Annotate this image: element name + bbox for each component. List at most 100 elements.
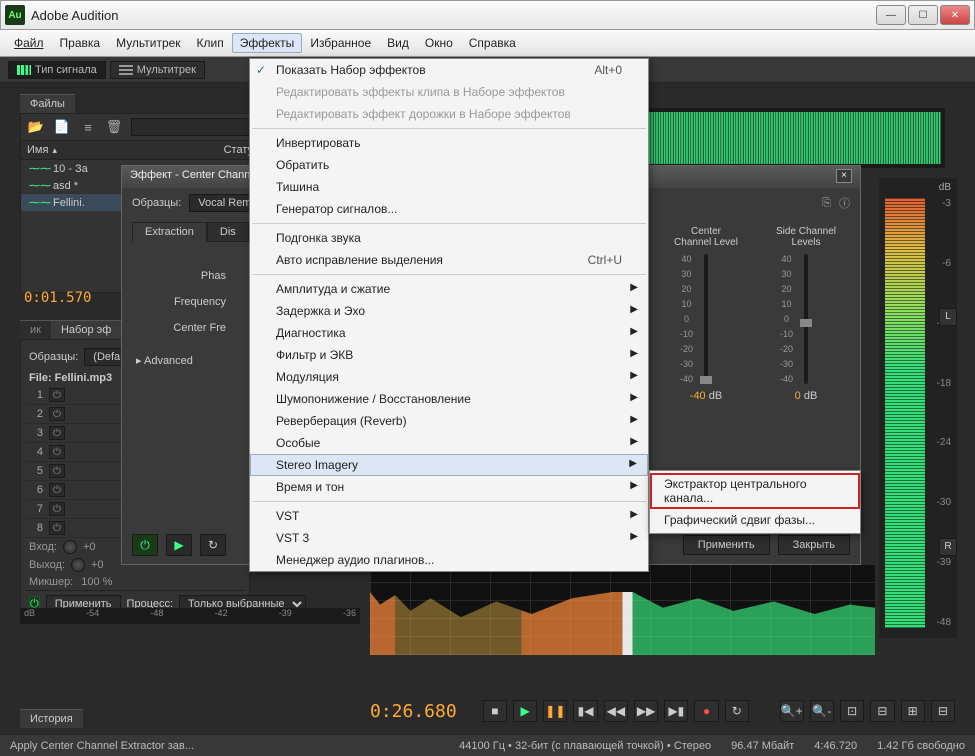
- menu-multitrack[interactable]: Мультитрек: [108, 33, 188, 53]
- fx-tab-discrimination[interactable]: Dis: [207, 222, 249, 242]
- rewind-button[interactable]: ◀◀: [604, 700, 628, 722]
- close-button[interactable]: ✕: [940, 5, 970, 25]
- menu-item: Редактировать эффект дорожки в Наборе эф…: [250, 103, 648, 125]
- menu-item[interactable]: Фильтр и ЭКВ▶: [250, 344, 648, 366]
- menu-item[interactable]: Авто исправление выделенияCtrl+U: [250, 249, 648, 271]
- menu-edit[interactable]: Правка: [52, 33, 109, 53]
- menu-item[interactable]: Stereo Imagery▶: [250, 454, 648, 476]
- fx-loop-button[interactable]: ↻: [200, 534, 226, 556]
- menu-help[interactable]: Справка: [461, 33, 524, 53]
- open-file-icon[interactable]: 📂: [27, 119, 45, 135]
- fx-info-icon[interactable]: ⓘ: [839, 195, 850, 211]
- skip-forward-button[interactable]: ▶▮: [664, 700, 688, 722]
- zoom-in-button[interactable]: 🔍+: [780, 700, 804, 722]
- output-gain-knob[interactable]: [71, 558, 85, 572]
- fx-slider-side-level[interactable]: Side Channel Levels 403020100-10-20-30-4…: [766, 226, 846, 402]
- stop-button[interactable]: ■: [483, 700, 507, 722]
- zoom-in-vert-button[interactable]: ⊞: [901, 700, 925, 722]
- maximize-button[interactable]: ☐: [908, 5, 938, 25]
- record-button[interactable]: ●: [694, 700, 718, 722]
- files-panel-tab[interactable]: Файлы: [20, 94, 75, 113]
- menu-item[interactable]: Обратить: [250, 154, 648, 176]
- menu-item[interactable]: Амплитуда и сжатие▶: [250, 278, 648, 300]
- pause-button[interactable]: ❚❚: [543, 700, 567, 722]
- menu-item[interactable]: Задержка и Эхо▶: [250, 300, 648, 322]
- app-icon: Au: [5, 5, 25, 25]
- transport-time: 0:26.680: [370, 701, 457, 722]
- play-button[interactable]: ▶: [513, 700, 537, 722]
- rack-tab[interactable]: Набор эф: [51, 320, 121, 339]
- rack-output-val: +0: [91, 559, 104, 571]
- fx-field-phase: Phas: [136, 270, 226, 282]
- effect-dialog-close-button[interactable]: ×: [836, 169, 852, 183]
- slot-power-icon[interactable]: ⏻: [49, 426, 65, 440]
- level-meter-vertical: dB -3-6-12-18-24-30-39-48 L R: [879, 178, 957, 638]
- slot-power-icon[interactable]: ⏻: [49, 464, 65, 478]
- menu-item[interactable]: Диагностика▶: [250, 322, 648, 344]
- spectral-display[interactable]: [370, 565, 875, 655]
- minimize-button[interactable]: —: [876, 5, 906, 25]
- meter-channel-l: L: [939, 308, 957, 326]
- fx-power-button[interactable]: ⏻: [132, 534, 158, 556]
- tab-multitrack-view[interactable]: Мультитрек: [110, 61, 205, 79]
- import-icon[interactable]: 📄: [53, 119, 71, 135]
- menu-item[interactable]: Реверберация (Reverb)▶: [250, 410, 648, 432]
- history-tab[interactable]: История: [20, 709, 83, 728]
- rack-mix-val: 100 %: [81, 576, 112, 588]
- file-name: 10 - За: [53, 163, 88, 175]
- slot-power-icon[interactable]: ⏻: [49, 388, 65, 402]
- fx-apply-button[interactable]: Применить: [683, 535, 770, 555]
- menu-item[interactable]: VST 3▶: [250, 527, 648, 549]
- waveform-icon: [17, 65, 31, 75]
- input-gain-knob[interactable]: [63, 540, 77, 554]
- menu-item[interactable]: Инвертировать: [250, 132, 648, 154]
- loop-button[interactable]: ↻: [725, 700, 749, 722]
- tab-label: Мультитрек: [137, 64, 196, 76]
- waveform-icon: ⁓⁓: [29, 179, 47, 192]
- zoom-fit-button[interactable]: ⊡: [840, 700, 864, 722]
- rack-output-label: Выход:: [29, 559, 65, 571]
- menu-item[interactable]: ✓Показать Набор эффектовAlt+0: [250, 59, 648, 81]
- rack-input-val: +0: [83, 541, 96, 553]
- menu-view[interactable]: Вид: [379, 33, 417, 53]
- col-name[interactable]: Имя: [27, 144, 48, 156]
- menu-item[interactable]: Менеджер аудио плагинов...: [250, 549, 648, 571]
- meter-bars: [885, 198, 925, 628]
- search-input[interactable]: [131, 118, 253, 136]
- fx-preview-play-button[interactable]: ▶: [166, 534, 192, 556]
- slot-power-icon[interactable]: ⏻: [49, 445, 65, 459]
- menu-clip[interactable]: Клип: [189, 33, 232, 53]
- effects-menu-dropdown: ✓Показать Набор эффектовAlt+0 Редактирова…: [249, 58, 649, 572]
- zoom-out-button[interactable]: 🔍-: [810, 700, 834, 722]
- zoom-selection-button[interactable]: ⊟: [870, 700, 894, 722]
- menu-item[interactable]: Тишина: [250, 176, 648, 198]
- menu-window[interactable]: Окно: [417, 33, 461, 53]
- forward-button[interactable]: ▶▶: [634, 700, 658, 722]
- menu-item[interactable]: Модуляция▶: [250, 366, 648, 388]
- menu-item[interactable]: Подгонка звука: [250, 227, 648, 249]
- slot-power-icon[interactable]: ⏻: [49, 483, 65, 497]
- delete-icon[interactable]: 🗑: [105, 119, 123, 135]
- menu-file[interactable]: Файл: [6, 33, 52, 53]
- slot-power-icon[interactable]: ⏻: [49, 407, 65, 421]
- menu-favorites[interactable]: Избранное: [302, 33, 379, 53]
- rack-tab-hidden[interactable]: ик: [20, 320, 51, 339]
- menu-item[interactable]: VST▶: [250, 505, 648, 527]
- tab-waveform-view[interactable]: Тип сигнала: [8, 61, 106, 79]
- fx-tab-extraction[interactable]: Extraction: [132, 222, 207, 242]
- menu-item[interactable]: Особые▶: [250, 432, 648, 454]
- submenu-item[interactable]: Графический сдвиг фазы...: [650, 509, 860, 531]
- menu-item[interactable]: Время и тон▶: [250, 476, 648, 498]
- menu-effects[interactable]: Эффекты: [232, 33, 303, 53]
- zoom-out-vert-button[interactable]: ⊟: [931, 700, 955, 722]
- fx-close-button[interactable]: Закрыть: [778, 535, 850, 555]
- slot-power-icon[interactable]: ⏻: [49, 521, 65, 535]
- fx-slider-center-level[interactable]: Center Channel Level 403020100-10-20-30-…: [666, 226, 746, 402]
- slot-power-icon[interactable]: ⏻: [49, 502, 65, 516]
- menu-item[interactable]: Шумопонижение / Восстановление▶: [250, 388, 648, 410]
- list-view-icon[interactable]: ≡: [79, 119, 97, 135]
- menu-item[interactable]: Генератор сигналов...: [250, 198, 648, 220]
- fx-preset-save-icon[interactable]: ⎘: [822, 197, 831, 210]
- submenu-item[interactable]: Экстрактор центрального канала...: [650, 473, 860, 509]
- skip-back-button[interactable]: ▮◀: [573, 700, 597, 722]
